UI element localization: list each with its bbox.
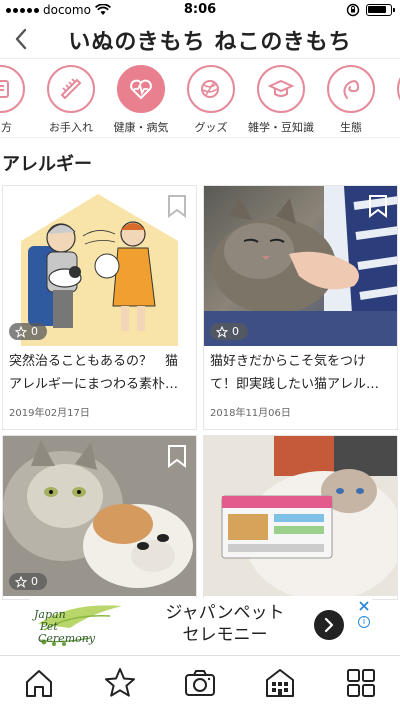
article-date: 2018年11月06日 <box>210 408 291 419</box>
article-photo: 0 <box>3 436 196 596</box>
like-count-badge[interactable]: 0 <box>210 323 248 340</box>
ad-line2: セレモニー <box>182 625 268 645</box>
category-label: 生態 <box>340 121 362 134</box>
nav-camera-button[interactable] <box>183 666 217 700</box>
like-count-badge[interactable]: 0 <box>9 323 47 340</box>
heart-pulse-icon <box>130 79 152 100</box>
status-right <box>346 3 395 17</box>
star-icon <box>216 325 228 338</box>
category-circle <box>0 65 25 113</box>
grid-icon <box>347 669 375 697</box>
bottom-nav <box>0 655 400 711</box>
like-count: 0 <box>232 325 239 338</box>
graduation-cap-icon <box>267 79 295 97</box>
article-illustration: 0 <box>3 186 196 346</box>
app-header: いぬのきもち ねこのきもち <box>0 22 400 58</box>
ad-go-button[interactable] <box>314 610 344 640</box>
like-count: 0 <box>31 325 38 338</box>
cat-tail-icon <box>343 80 360 99</box>
building-icon <box>266 669 294 697</box>
article-photo <box>204 436 397 596</box>
back-button[interactable] <box>6 24 36 54</box>
article-card[interactable]: 0 突然治ることもあるの？ 猫アレルギーにまつわる素朴… 2019年02月17日 <box>2 185 197 430</box>
camera-icon <box>185 670 215 696</box>
nav-favorites-button[interactable] <box>103 666 137 700</box>
article-title: 猫好きだからこそ気をつけて！即実践したい猫アレル… <box>210 354 380 392</box>
battery-icon <box>366 4 395 16</box>
like-count-badge[interactable]: 0 <box>9 573 47 590</box>
status-bar: docomo 8:06 <box>0 0 400 22</box>
like-count: 0 <box>31 575 38 588</box>
ad-text: ジャパンペット セレモニー <box>140 602 310 646</box>
ad-line1: ジャパンペット <box>165 603 285 623</box>
category-item-ikata[interactable]: い方 <box>0 65 36 135</box>
category-item-goods[interactable]: グッズ <box>176 65 246 135</box>
category-item-grooming[interactable]: お手入れ <box>36 65 106 135</box>
nav-shelter-button[interactable] <box>263 666 297 700</box>
ad-banner[interactable]: Japan Pet Ceremony ジャパンペット セレモニー i <box>30 598 372 652</box>
comb-icon <box>60 78 82 100</box>
article-photo: 0 <box>204 186 397 346</box>
category-label: 雑学・豆知識 <box>248 121 314 134</box>
category-circle <box>257 65 305 113</box>
chevron-right-icon <box>324 617 334 633</box>
info-icon[interactable]: i <box>358 616 370 628</box>
bookmark-icon[interactable] <box>367 194 389 218</box>
bookmark-icon[interactable] <box>166 194 188 218</box>
category-label: お手入れ <box>49 121 93 134</box>
category-item-ecology[interactable]: 生態 <box>316 65 386 135</box>
category-label: 健康・病気 <box>113 121 169 134</box>
category-item-health[interactable]: 健康・病気 <box>106 65 176 135</box>
category-circle <box>187 65 235 113</box>
book-icon <box>0 80 9 98</box>
article-card[interactable] <box>203 435 398 600</box>
rotation-lock-icon <box>346 3 360 17</box>
article-title: 突然治ることもあるの？ 猫アレルギーにまつわる素朴… <box>9 354 179 392</box>
status-time: 8:06 <box>183 2 217 17</box>
category-circle <box>327 65 375 113</box>
article-card[interactable]: 0 猫好きだからこそ気をつけて！即実践したい猫アレル… 2018年11月06日 <box>203 185 398 430</box>
nav-home-button[interactable] <box>22 666 56 700</box>
close-icon[interactable] <box>358 600 370 612</box>
yarn-ball-icon <box>201 80 219 98</box>
bookmark-icon[interactable] <box>166 444 188 468</box>
star-icon <box>15 575 27 588</box>
article-date: 2019年02月17日 <box>9 408 90 419</box>
ad-logo: Japan Pet Ceremony <box>30 600 130 650</box>
app-logo-title[interactable]: いぬのきもち ねこのきもち <box>60 24 360 56</box>
category-item-trivia[interactable]: 雑学・豆知識 <box>246 65 316 135</box>
star-icon <box>15 325 27 338</box>
category-label: グッズ <box>194 121 228 134</box>
category-item-next[interactable] <box>386 65 400 113</box>
chevron-left-icon <box>15 28 27 50</box>
home-icon <box>26 670 52 697</box>
category-nav: い方 お手入れ 健康・病気 グッズ 雑学・豆知識 生態 <box>0 58 400 138</box>
star-icon <box>105 668 135 697</box>
section-title: アレルギー <box>2 154 92 175</box>
category-circle <box>47 65 95 113</box>
nav-menu-button[interactable] <box>344 666 378 700</box>
article-card[interactable]: 0 <box>2 435 197 600</box>
category-circle <box>117 65 165 113</box>
ad-logo-text-3: Ceremony <box>38 632 96 645</box>
category-label: い方 <box>0 121 12 134</box>
